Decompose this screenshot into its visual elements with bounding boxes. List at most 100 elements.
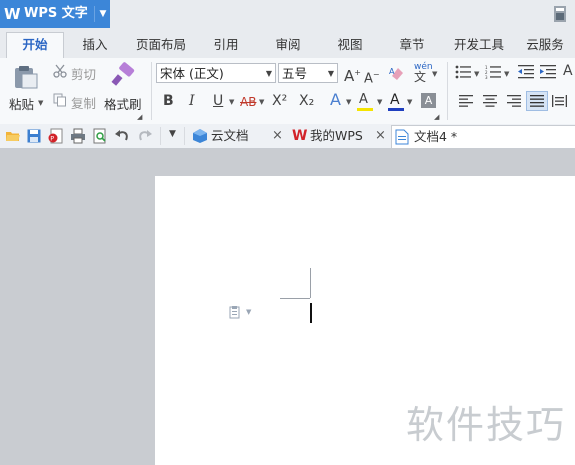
strikethrough-button[interactable]: AB: [240, 94, 256, 110]
print-icon[interactable]: [70, 128, 86, 144]
subscript-button[interactable]: X₂: [299, 93, 314, 109]
text-effect-caret-icon[interactable]: ▼: [346, 98, 351, 106]
margin-mark-vertical: [310, 268, 311, 298]
svg-text:P: P: [50, 135, 54, 143]
justify-button[interactable]: [526, 91, 548, 111]
document-icon: [395, 129, 409, 145]
phonetic-guide-icon[interactable]: wén 文: [414, 62, 433, 84]
font-launcher-icon[interactable]: ◢: [434, 113, 439, 121]
doc-tab-cloud[interactable]: 云文档 ×: [189, 125, 285, 147]
format-painter-button[interactable]: 格式刷: [104, 94, 142, 113]
highlight-color-bar: [357, 108, 373, 111]
italic-button[interactable]: I: [189, 93, 195, 109]
bold-button[interactable]: B: [163, 93, 174, 109]
font-size-caret-icon: ▼: [327, 69, 334, 78]
superscript-button[interactable]: X²: [272, 93, 287, 109]
text-effect-icon[interactable]: A: [330, 92, 341, 108]
quick-access-separator: [184, 127, 185, 145]
doc-tab-label: 我的WPS: [310, 128, 363, 143]
tab-references[interactable]: 引用: [204, 33, 248, 57]
open-folder-icon[interactable]: [5, 128, 21, 144]
highlight-button[interactable]: A: [357, 92, 373, 112]
numbered-list-caret-icon[interactable]: ▼: [504, 70, 509, 78]
font-size-value: 五号: [282, 66, 308, 81]
svg-text:A: A: [389, 67, 395, 76]
redo-icon[interactable]: [137, 128, 153, 144]
save-icon[interactable]: [26, 128, 42, 144]
text-direction-icon[interactable]: A: [563, 63, 573, 79]
font-size-select[interactable]: 五号 ▼: [278, 63, 338, 83]
undo-icon[interactable]: [114, 128, 130, 144]
highlight-glyph: A: [359, 92, 368, 107]
skin-icon[interactable]: [553, 5, 567, 23]
bullet-list-caret-icon[interactable]: ▼: [474, 70, 479, 78]
underline-caret-icon[interactable]: ▼: [229, 98, 234, 106]
paste-button[interactable]: 粘贴: [9, 94, 34, 113]
doc-tab-label: 文档4 *: [414, 129, 458, 144]
paste-options-caret-icon[interactable]: ▼: [246, 308, 251, 316]
close-tab-icon[interactable]: ×: [375, 125, 386, 147]
distributed-align-icon[interactable]: [552, 95, 567, 107]
font-name-value: 宋体 (正文): [160, 66, 224, 81]
svg-text:3: 3: [485, 75, 488, 79]
doc-tab-label: 云文档: [211, 128, 249, 143]
phonetic-caret-icon[interactable]: ▼: [432, 70, 437, 78]
quick-access-bar: P ▼ 云文档 × W 我的WPS × 文档4 *: [0, 124, 575, 149]
ribbon-separator: [151, 62, 152, 120]
tab-start[interactable]: 开始: [6, 32, 64, 59]
watermark-text: 软件技巧: [406, 403, 567, 447]
align-center-icon[interactable]: [483, 95, 497, 107]
cut-button[interactable]: 剪切: [71, 64, 96, 83]
tab-insert[interactable]: 插入: [70, 33, 120, 57]
tab-page-layout[interactable]: 页面布局: [130, 33, 192, 57]
app-menu-caret-icon[interactable]: ▼: [94, 6, 111, 22]
numbered-list-icon[interactable]: 123: [485, 65, 501, 79]
tab-review[interactable]: 审阅: [266, 33, 310, 57]
export-pdf-icon[interactable]: P: [48, 128, 64, 144]
doc-tab-my-wps[interactable]: W 我的WPS ×: [289, 125, 387, 147]
close-tab-icon[interactable]: ×: [272, 125, 283, 147]
format-painter-icon[interactable]: [110, 62, 136, 88]
decrease-indent-icon[interactable]: [518, 65, 534, 79]
align-right-icon[interactable]: [507, 95, 521, 107]
font-color-button[interactable]: A: [388, 92, 404, 112]
highlight-caret-icon[interactable]: ▼: [377, 98, 382, 106]
customize-quick-access-icon[interactable]: ▼: [169, 129, 176, 139]
font-color-bar: [388, 108, 404, 111]
ribbon-tab-bar: 开始 插入 页面布局 引用 审阅 视图 章节 开发工具 云服务: [0, 28, 575, 59]
app-title: WPS 文字: [24, 6, 88, 21]
clipboard-launcher-icon[interactable]: ◢: [137, 113, 142, 121]
print-preview-icon[interactable]: [92, 128, 108, 144]
bullet-list-icon[interactable]: [455, 65, 471, 79]
tab-sections[interactable]: 章节: [390, 33, 434, 57]
text-cursor: [310, 303, 312, 323]
app-menu-button[interactable]: W WPS 文字 ▼: [0, 0, 110, 28]
tab-view[interactable]: 视图: [328, 33, 372, 57]
font-color-glyph: A: [390, 92, 400, 108]
align-left-icon[interactable]: [459, 95, 473, 107]
paste-caret-icon[interactable]: ▼: [38, 99, 43, 107]
strikethrough-caret-icon[interactable]: ▼: [259, 98, 264, 106]
tab-cloud-service[interactable]: 云服务: [520, 33, 570, 57]
font-color-caret-icon[interactable]: ▼: [407, 98, 412, 106]
shrink-font-icon[interactable]: A−: [364, 67, 380, 87]
paste-icon[interactable]: [13, 64, 39, 90]
tab-developer[interactable]: 开发工具: [448, 33, 510, 57]
doc-tab-document4[interactable]: 文档4 *: [391, 125, 575, 148]
font-name-caret-icon: ▼: [265, 69, 272, 78]
margin-mark-horizontal: [280, 298, 310, 299]
wps-logo-icon: W: [4, 5, 21, 23]
font-name-select[interactable]: 宋体 (正文) ▼: [156, 63, 276, 83]
paste-options-icon[interactable]: [228, 305, 242, 319]
wps-logo-icon: W: [292, 128, 308, 144]
increase-indent-icon[interactable]: [540, 65, 556, 79]
grow-font-icon[interactable]: A+: [344, 65, 361, 84]
cloud-docs-icon: [193, 129, 207, 143]
copy-icon: [53, 93, 66, 107]
quick-access-separator: [160, 127, 161, 145]
ribbon-home: 粘贴 ▼ 剪切 复制 格式刷 ◢ 宋体 (正文) ▼ 五号 ▼ A+ A− A …: [0, 58, 575, 125]
clear-format-icon[interactable]: A: [388, 64, 406, 82]
character-shading-icon[interactable]: A: [421, 93, 436, 108]
copy-button[interactable]: 复制: [71, 93, 96, 112]
underline-button[interactable]: U: [213, 93, 223, 109]
